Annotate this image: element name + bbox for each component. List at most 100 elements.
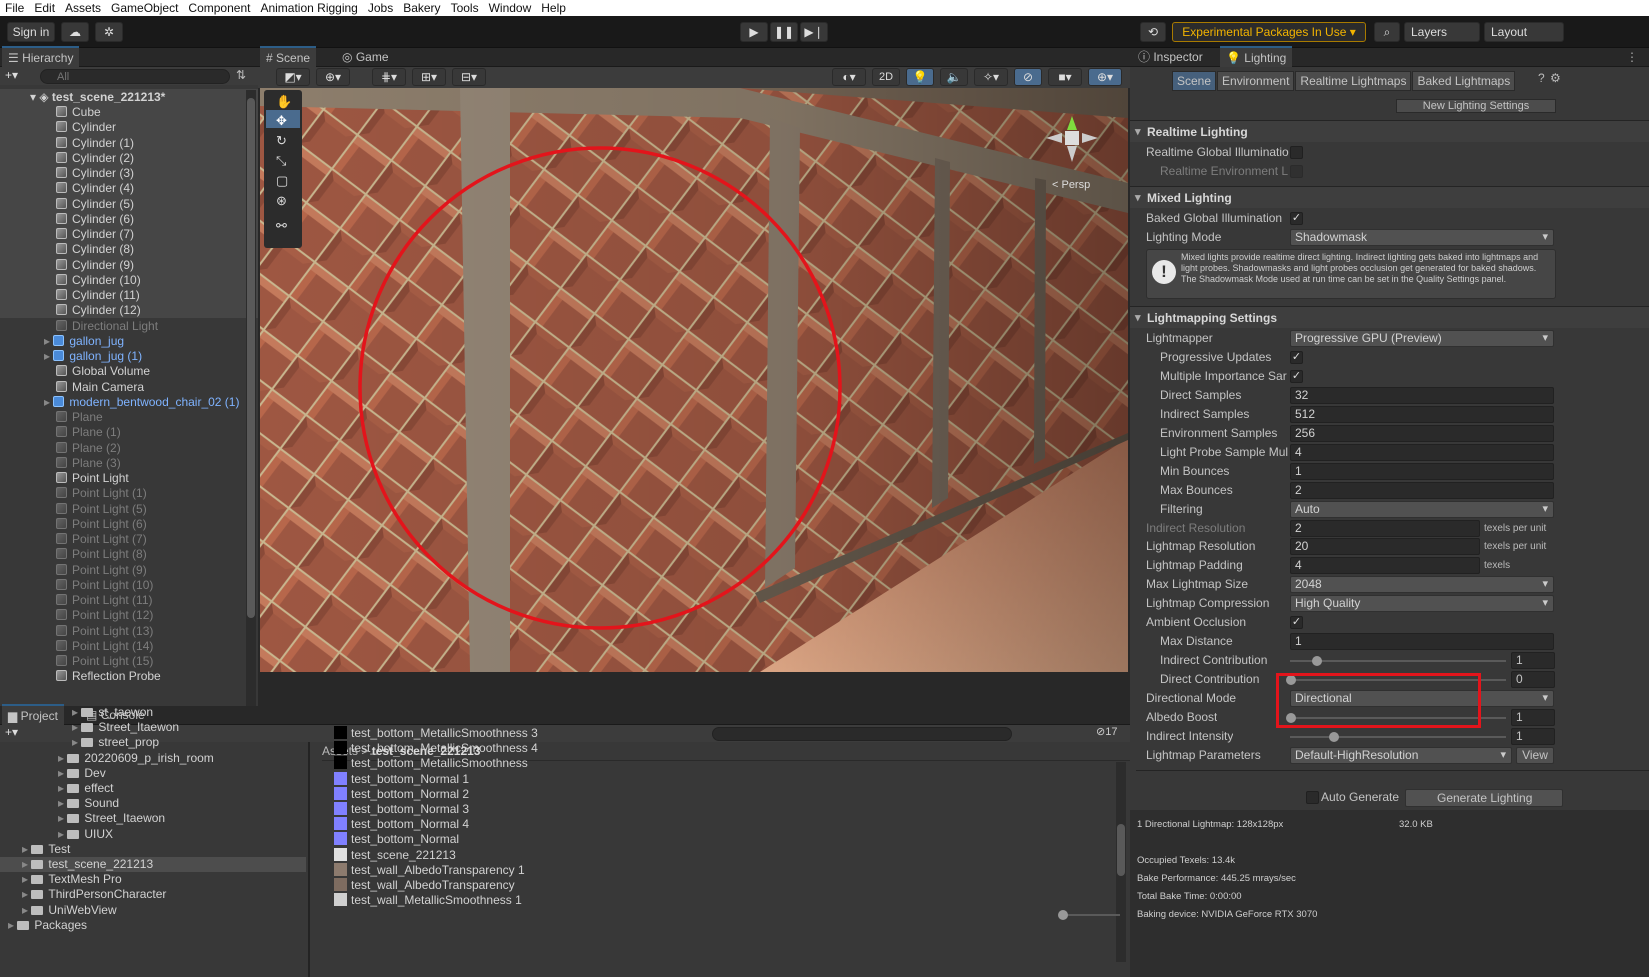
asset-item[interactable]: test_wall_AlbedoTransparency 1	[334, 862, 1114, 878]
hierarchy-item[interactable]: Cylinder	[0, 119, 258, 136]
hierarchy-item[interactable]: ▸ gallon_jug	[0, 333, 258, 349]
menu-item-assets[interactable]: Assets	[60, 1, 106, 15]
hierarchy-item[interactable]: Cylinder (5)	[0, 195, 258, 212]
experimental-packages-button[interactable]: Experimental Packages In Use ▾	[1172, 22, 1366, 42]
lm-row-field[interactable]: 4	[1290, 443, 1554, 461]
hierarchy-item[interactable]: ▸ gallon_jug (1)	[0, 348, 258, 364]
expand-icon[interactable]: ▸	[0, 720, 81, 734]
expand-icon[interactable]: ▸	[0, 811, 67, 825]
cloud-icon[interactable]: ☁	[61, 22, 89, 42]
asset-scrollbar[interactable]	[1116, 762, 1126, 962]
project-folder[interactable]: ▸ Dev	[0, 766, 306, 781]
lm-row-checkbox[interactable]: ✓	[1290, 369, 1303, 383]
generate-lighting-button[interactable]: Generate Lighting	[1405, 789, 1563, 807]
project-folder[interactable]: ▸ 20220609_p_irish_room	[0, 751, 306, 766]
menu-item-edit[interactable]: Edit	[29, 1, 60, 15]
project-folder[interactable]: ▸ ThirdPersonCharacter	[0, 887, 306, 902]
hierarchy-item[interactable]: Cylinder (2)	[0, 149, 258, 166]
tab-inspector[interactable]: ⓘ Inspector	[1132, 46, 1209, 67]
lm-row-field[interactable]: 20	[1290, 538, 1480, 556]
audio-icon[interactable]: 🔈	[940, 68, 968, 86]
hierarchy-item[interactable]: Point Light (13)	[0, 623, 258, 639]
icon-size-slider[interactable]	[1058, 910, 1120, 920]
lm-row-dropdown[interactable]: High Quality	[1290, 595, 1554, 613]
tab-lighting[interactable]: 💡 Lighting	[1220, 46, 1293, 67]
lm-row-dropdown[interactable]: Auto	[1290, 500, 1554, 518]
hierarchy-search-input[interactable]	[40, 69, 230, 84]
expand-icon[interactable]: ▸	[0, 887, 31, 901]
hierarchy-item[interactable]: Plane (3)	[0, 455, 258, 471]
lm-row-slider[interactable]	[1290, 731, 1506, 742]
lm-row-checkbox[interactable]: ✓	[1290, 350, 1303, 364]
hierarchy-item[interactable]: Point Light (8)	[0, 546, 258, 562]
add-icon[interactable]: +▾	[5, 68, 18, 82]
subtab-realtime-lightmaps[interactable]: Realtime Lightmaps	[1295, 71, 1412, 91]
hierarchy-item[interactable]: Cylinder (4)	[0, 180, 258, 197]
realtime-env-checkbox[interactable]	[1290, 165, 1303, 178]
hierarchy-item[interactable]: Cylinder (11)	[0, 287, 258, 303]
asset-item[interactable]: test_bottom_Normal	[334, 832, 1114, 847]
project-folder[interactable]: ▸ street_prop	[0, 735, 306, 750]
menu-item-bakery[interactable]: Bakery	[398, 1, 445, 15]
ruler-icon[interactable]: ⊟▾	[452, 68, 486, 86]
expand-icon[interactable]: ▸	[0, 766, 67, 780]
collab-icon[interactable]: ✲	[95, 22, 123, 42]
lm-row-field[interactable]: 4	[1290, 557, 1480, 575]
asset-item[interactable]: test_bottom_MetallicSmoothness	[334, 756, 1114, 771]
hierarchy-item[interactable]: Point Light (12)	[0, 607, 258, 623]
hierarchy-item[interactable]: Point Light (15)	[0, 653, 258, 669]
expand-icon[interactable]: ▸	[0, 705, 81, 719]
scene-viewport[interactable]: < Persp ✋ ✥ ↻ ⤡ ▢ ⊛ ⚯	[260, 88, 1128, 672]
project-folder[interactable]: ▸ Test	[0, 842, 306, 857]
expand-icon[interactable]: ▸	[0, 349, 53, 363]
hierarchy-scrollbar[interactable]	[246, 90, 256, 706]
snap-icon[interactable]: ⋕▾	[372, 68, 406, 86]
search-icon[interactable]: ⌕	[1374, 22, 1400, 42]
expand-icon[interactable]: ▸	[0, 751, 67, 765]
project-folder[interactable]: ▸ test_scene_221213	[0, 857, 306, 872]
asset-item[interactable]: test_wall_MetallicSmoothness 1	[334, 893, 1114, 908]
expand-icon[interactable]: ▸	[0, 842, 31, 856]
expand-icon[interactable]: ▸	[0, 827, 67, 841]
hierarchy-item[interactable]: Cylinder (1)	[0, 134, 258, 151]
lm-row-value-field[interactable]: 1	[1511, 727, 1555, 745]
menu-item-component[interactable]: Component	[183, 1, 255, 15]
hierarchy-item[interactable]: Global Volume	[0, 363, 258, 379]
lighting-toggle-icon[interactable]: 💡	[906, 68, 934, 86]
expand-icon[interactable]: ▸	[0, 918, 17, 932]
lm-row-checkbox[interactable]: ✓	[1290, 616, 1303, 630]
lm-row-value-field[interactable]: 0	[1511, 671, 1555, 689]
project-folder[interactable]: ▸ Sound	[0, 796, 306, 811]
hierarchy-item[interactable]: Point Light (7)	[0, 531, 258, 547]
hierarchy-item[interactable]: Cube	[0, 104, 258, 120]
hierarchy-item[interactable]: Directional Light	[0, 318, 258, 334]
lm-row-slider[interactable]	[1290, 656, 1506, 667]
new-lighting-settings-button[interactable]: New Lighting Settings	[1396, 99, 1556, 113]
hierarchy-item[interactable]: Plane (1)	[0, 424, 258, 440]
sign-in-button[interactable]: Sign in	[7, 22, 55, 42]
subtab-environment[interactable]: Environment	[1217, 71, 1295, 91]
lm-row-dropdown[interactable]: 2048	[1290, 576, 1554, 594]
pause-icon[interactable]: ❚❚	[770, 22, 798, 42]
more-icon[interactable]: ⋮	[1626, 50, 1638, 64]
lm-row-field[interactable]: 2	[1290, 481, 1554, 499]
realtime-lighting-header[interactable]: Realtime Lighting	[1130, 120, 1649, 143]
menu-item-help[interactable]: Help	[536, 1, 571, 15]
expand-icon[interactable]: ▸	[0, 781, 67, 795]
realtime-gi-checkbox[interactable]	[1290, 146, 1303, 159]
asset-item[interactable]: test_wall_AlbedoTransparency	[334, 878, 1114, 893]
slider-knob[interactable]	[1311, 656, 1322, 667]
menu-item-file[interactable]: File	[0, 1, 29, 15]
global-icon[interactable]: ⊕▾	[316, 68, 350, 86]
menu-item-jobs[interactable]: Jobs	[363, 1, 398, 15]
project-folder[interactable]: ▸ UIUX	[0, 827, 306, 842]
asset-item[interactable]: test_bottom_Normal 2	[334, 786, 1114, 802]
lm-row-dropdown[interactable]: Default-HighResolution	[1290, 746, 1512, 764]
play-icon[interactable]: ▶	[740, 22, 768, 42]
project-folder[interactable]: ▸ effect	[0, 781, 306, 796]
hierarchy-item[interactable]: Plane	[0, 409, 258, 425]
project-folder[interactable]: ▸ st_taewon	[0, 705, 306, 720]
project-folder[interactable]: ▸ UniWebView	[0, 903, 306, 918]
expand-icon[interactable]: ▾	[0, 90, 39, 104]
layers-dropdown[interactable]: Layers	[1404, 22, 1480, 42]
